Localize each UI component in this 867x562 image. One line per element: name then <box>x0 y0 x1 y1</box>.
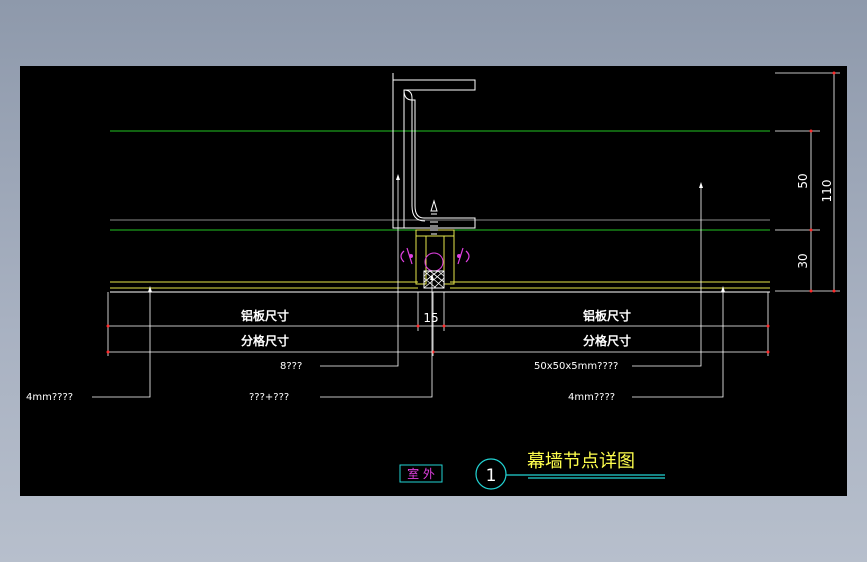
gasket-dot-right <box>457 254 461 258</box>
left-panel-note: 4mm???? <box>26 392 73 403</box>
dim-tick <box>106 324 110 328</box>
leader-right-panel <box>632 288 724 398</box>
leader-sealant <box>320 276 433 398</box>
joint-dimension: 15 <box>423 311 438 325</box>
dim-tick <box>416 324 420 328</box>
dim-tick <box>832 289 836 293</box>
leader-bolt <box>320 176 399 367</box>
sealant-hatch <box>423 270 445 289</box>
screw <box>430 199 438 235</box>
outside-label: 室 外 <box>407 466 435 481</box>
cad-canvas: 110 50 30 铝板尺寸 分格尺寸 铝板尺寸 分格尺寸 15 4mm????… <box>20 66 847 496</box>
backer-rod <box>424 252 444 272</box>
drawing-title: 幕墙节点详图 <box>527 451 635 472</box>
dim-tick <box>832 71 836 75</box>
dim-tick <box>809 289 813 293</box>
leader-angle <box>632 184 702 367</box>
curtain-wall-detail-drawing: 110 50 30 铝板尺寸 分格尺寸 铝板尺寸 分格尺寸 15 4mm????… <box>26 71 840 490</box>
angle-note: 50x50x5mm???? <box>534 361 618 372</box>
leader-arrow <box>148 174 725 292</box>
dim-50: 50 <box>796 173 810 188</box>
dim-110: 110 <box>820 180 834 203</box>
left-grid-size-label: 分格尺寸 <box>241 333 289 348</box>
right-panel-size-label: 铝板尺寸 <box>583 308 631 323</box>
sealant-note: ???+??? <box>249 392 289 403</box>
dim-tick <box>809 228 813 232</box>
bolt-note: 8??? <box>280 361 302 372</box>
channel-steel <box>392 73 476 229</box>
dim-30: 30 <box>796 253 810 268</box>
detail-number: 1 <box>486 466 497 486</box>
dim-tick <box>442 324 446 328</box>
connector-right <box>443 235 455 285</box>
dim-tick <box>766 324 770 328</box>
dim-tick <box>809 129 813 133</box>
left-panel-size-label: 铝板尺寸 <box>241 308 289 323</box>
leader-left-panel <box>92 288 151 398</box>
gasket-dot-left <box>409 254 413 258</box>
connector-cap <box>415 229 455 237</box>
right-panel-note: 4mm???? <box>568 392 615 403</box>
dim-tick <box>106 350 110 354</box>
right-grid-size-label: 分格尺寸 <box>583 333 631 348</box>
dim-tick <box>766 350 770 354</box>
